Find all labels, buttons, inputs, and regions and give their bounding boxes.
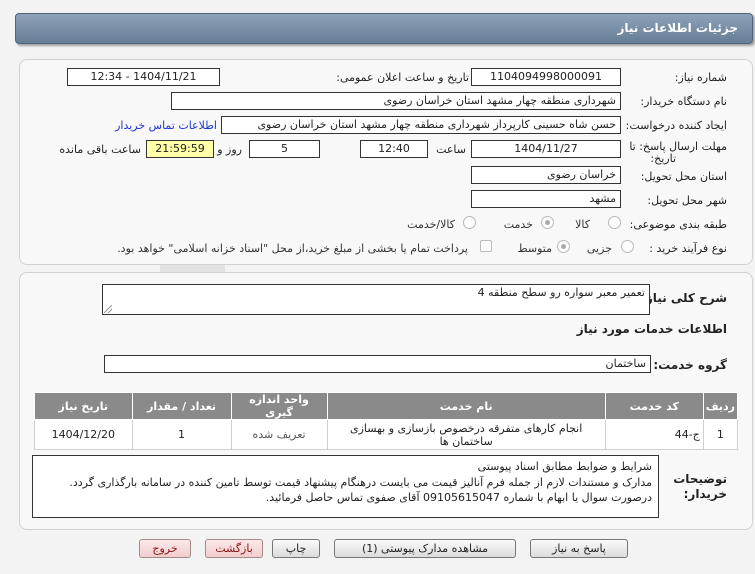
service-group-label: گروه خدمت: — [653, 358, 727, 372]
deadline-time-label: ساعت — [436, 143, 466, 156]
col-quantity: تعداد / مقدار — [131, 392, 232, 420]
announce-label: تاریخ و ساعت اعلان عمومی: — [336, 71, 469, 84]
cell-need-date: 1404/12/20 — [34, 419, 133, 450]
city-label: شهر محل تحویل: — [647, 194, 727, 207]
deadline-time-field: 12:40 — [360, 140, 428, 158]
time-remaining-label: ساعت باقی مانده — [59, 143, 141, 156]
services-section-title: اطلاعات خدمات مورد نیاز — [576, 322, 727, 336]
notes-line: مدارک و مستندات لازم از جمله فرم آنالیز … — [69, 475, 652, 489]
category-service-radio[interactable] — [541, 216, 554, 229]
buyer-label: نام دستگاه خریدار: — [640, 95, 727, 108]
category-goods-service-label: کالا/خدمت — [407, 218, 455, 231]
notes-line: شرایط و ضوابط مطابق اسناد پیوستی — [477, 460, 652, 473]
service-group-field: ساختمان — [104, 355, 651, 373]
process-medium-label: متوسط — [517, 242, 552, 255]
treasury-payment-checkbox[interactable] — [480, 240, 492, 252]
deadline-date-field: 1404/11/27 — [471, 140, 621, 158]
category-service-label: خدمت — [503, 218, 533, 231]
window-title: جزئیات اطلاعات نیاز — [617, 21, 738, 35]
need-number-label: شماره نیاز: — [674, 71, 727, 84]
days-label: روز و — [217, 143, 242, 156]
category-goods-radio[interactable] — [608, 216, 621, 229]
attachments-button[interactable]: مشاهده مدارک پیوستی (1) — [334, 539, 516, 558]
col-unit: واحد اندازه گیری — [230, 392, 328, 420]
need-number-field: 1104094998000091 — [471, 68, 621, 86]
need-details-panel — [19, 59, 753, 265]
province-label: استان محل تحویل: — [640, 170, 727, 183]
back-button[interactable]: بازگشت — [205, 539, 263, 558]
notes-line: درصورت سوال یا ابهام با شماره 0910561504… — [265, 491, 652, 504]
creator-field: حسن شاه حسینی کارپرداز شهرداری منطقه چها… — [221, 116, 621, 134]
col-service-name: نام خدمت — [326, 392, 606, 420]
creator-label: ایجاد کننده درخواست: — [625, 119, 727, 132]
treasury-payment-note: پرداخت تمام یا بخشی از مبلغ خرید،از محل … — [117, 242, 468, 255]
summary-label: شرح کلی نیاز: — [641, 291, 727, 305]
category-goods-label: کالا — [575, 218, 590, 231]
cell-quantity: 1 — [131, 419, 232, 450]
province-field: خراسان رضوی — [471, 166, 621, 184]
city-field: مشهد — [471, 190, 621, 208]
services-table: ردیف کد خدمت نام خدمت واحد اندازه گیری ت… — [34, 392, 739, 450]
time-remaining-field: 21:59:59 — [146, 140, 214, 158]
col-row-number: ردیف — [702, 392, 739, 420]
process-minor-radio[interactable] — [621, 240, 634, 253]
table-row: 1 ج-44 انجام کارهای متفرقه درخصوص بازساز… — [34, 419, 739, 450]
cell-service-name: انجام کارهای متفرقه درخصوص بازسازی و بهس… — [326, 419, 606, 450]
exit-button[interactable]: خروج — [139, 539, 191, 558]
process-minor-label: جزیی — [586, 242, 612, 255]
cell-row-number: 1 — [702, 419, 739, 450]
category-label: طبقه بندی موضوعی: — [629, 218, 727, 231]
col-need-date: تاریخ نیاز — [34, 392, 133, 420]
print-button[interactable]: چاپ — [272, 539, 320, 558]
buyer-notes-label-2: خریدار: — [683, 487, 727, 501]
reply-button[interactable]: پاسخ به نیاز — [530, 539, 628, 558]
process-medium-radio[interactable] — [557, 240, 570, 253]
days-remaining-field: 5 — [249, 140, 320, 158]
buyer-notes-textarea[interactable]: شرایط و ضوابط مطابق اسناد پیوستی مدارک و… — [32, 455, 659, 518]
resize-grip-icon[interactable] — [104, 305, 112, 313]
category-goods-service-radio[interactable] — [463, 216, 476, 229]
cell-service-code: ج-44 — [604, 419, 704, 450]
announce-datetime-field: 1404/11/21 - 12:34 — [67, 68, 220, 86]
deadline-label-date: تاریخ: — [650, 152, 676, 165]
buyer-field: شهرداری منطقه چهار مشهد استان خراسان رضو… — [171, 92, 621, 110]
buyer-notes-label: توضیحات — [673, 472, 727, 486]
summary-text: تعمیر معبر سواره رو سطح منطقه 4 — [477, 286, 645, 299]
cell-unit: تعریف شده — [230, 419, 328, 450]
summary-textarea[interactable]: تعمیر معبر سواره رو سطح منطقه 4 — [102, 284, 650, 315]
table-header-row: ردیف کد خدمت نام خدمت واحد اندازه گیری ت… — [34, 392, 739, 420]
buyer-contact-link[interactable]: اطلاعات تماس خریدار — [115, 119, 217, 132]
process-type-label: نوع فرآیند خرید : — [649, 242, 727, 255]
deadline-label: مهلت ارسال پاسخ: تا — [629, 140, 727, 153]
col-service-code: کد خدمت — [604, 392, 704, 420]
title-bar: جزئیات اطلاعات نیاز — [15, 13, 753, 44]
